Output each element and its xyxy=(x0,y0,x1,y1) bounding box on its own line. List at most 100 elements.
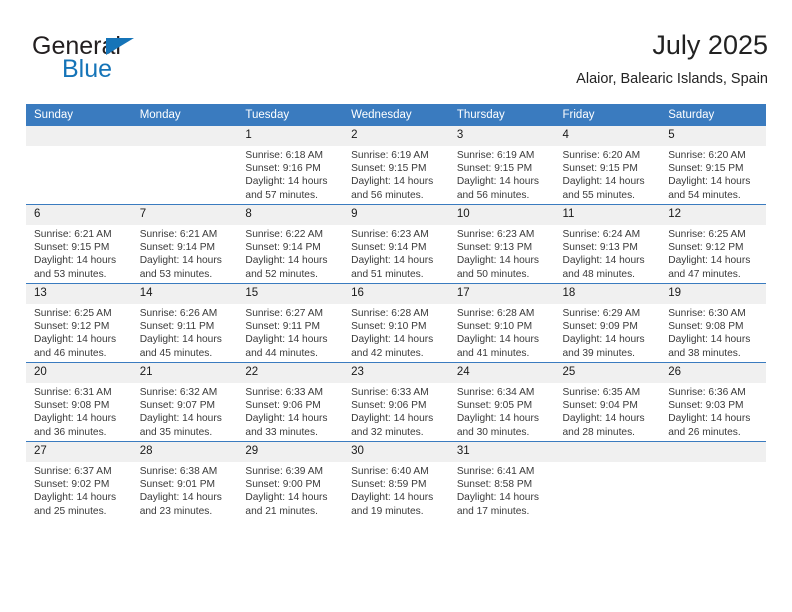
day-number xyxy=(660,442,766,462)
calendar-day-cell[interactable]: 4 Sunrise: 6:20 AM Sunset: 9:15 PM Daylight… xyxy=(554,126,661,205)
daylight-duration-line2: and 52 minutes. xyxy=(245,268,318,280)
daylight-duration-line2: and 28 minutes. xyxy=(562,426,636,438)
daylight-duration-line1: Daylight: 14 hours xyxy=(351,334,434,346)
calendar-day-cell[interactable]: 9 Sunrise: 6:23 AM Sunset: 9:14 PM Daylight… xyxy=(343,204,449,284)
daylight-duration-line1: Daylight: 14 hours xyxy=(139,255,222,267)
calendar-day-cell[interactable]: 30 Sunrise: 6:40 AM Sunset: 8:59 PM Dayligh… xyxy=(343,441,449,520)
sunrise-time: Sunrise: 6:25 AM xyxy=(668,229,746,240)
calendar-day-cell[interactable]: 27 Sunrise: 6:37 AM Sunset: 9:02 PM Dayligh… xyxy=(26,441,132,520)
day-details: Sunrise: 6:30 AM Sunset: 9:08 PM Daylight:… xyxy=(660,304,766,360)
calendar-day-cell-empty xyxy=(660,441,766,520)
calendar-day-cell[interactable]: 5 Sunrise: 6:20 AM Sunset: 9:15 PM Daylight… xyxy=(660,126,766,205)
sunset-time: Sunset: 9:02 PM xyxy=(34,479,110,491)
daylight-duration-line2: and 55 minutes. xyxy=(562,189,636,201)
daylight-duration-line2: and 33 minutes. xyxy=(245,426,318,438)
day-number: 24 xyxy=(448,363,555,383)
calendar-day-cell[interactable]: 20 Sunrise: 6:31 AM Sunset: 9:08 PM Dayligh… xyxy=(26,362,132,442)
day-number: 2 xyxy=(343,126,449,146)
day-number: 6 xyxy=(26,205,132,225)
daylight-duration-line1: Daylight: 14 hours xyxy=(668,413,751,425)
calendar-day-cell[interactable]: 7 Sunrise: 6:21 AM Sunset: 9:14 PM Daylight… xyxy=(131,204,238,284)
calendar-day-cell[interactable]: 14 Sunrise: 6:26 AM Sunset: 9:11 PM Dayligh… xyxy=(131,283,238,363)
calendar-week-row: 6 Sunrise: 6:21 AM Sunset: 9:15 PM Daylight… xyxy=(26,204,766,284)
sunset-time: Sunset: 8:59 PM xyxy=(351,479,427,491)
sunset-time: Sunset: 9:08 PM xyxy=(34,400,110,412)
calendar-day-cell[interactable]: 10 Sunrise: 6:23 AM Sunset: 9:13 PM Dayligh… xyxy=(448,204,555,284)
daylight-duration-line1: Daylight: 14 hours xyxy=(245,176,328,188)
calendar-day-cell[interactable]: 26 Sunrise: 6:36 AM Sunset: 9:03 PM Dayligh… xyxy=(660,362,766,442)
sunrise-time: Sunrise: 6:28 AM xyxy=(351,308,429,319)
day-number: 23 xyxy=(343,363,449,383)
daylight-duration-line2: and 35 minutes. xyxy=(139,426,213,438)
logo-triangle-icon xyxy=(106,38,134,55)
day-number: 7 xyxy=(131,205,238,225)
daylight-duration-line2: and 51 minutes. xyxy=(351,268,424,280)
sunrise-time: Sunrise: 6:35 AM xyxy=(562,387,641,398)
sunrise-time: Sunrise: 6:19 AM xyxy=(456,150,535,161)
calendar-day-cell[interactable]: 31 Sunrise: 6:41 AM Sunset: 8:58 PM Dayligh… xyxy=(448,441,555,520)
day-number: 31 xyxy=(448,442,555,462)
sunset-time: Sunset: 9:16 PM xyxy=(245,163,321,175)
calendar-day-cell[interactable]: 15 Sunrise: 6:27 AM Sunset: 9:11 PM Dayligh… xyxy=(237,283,344,363)
calendar-day-cell[interactable]: 1 Sunrise: 6:18 AM Sunset: 9:16 PM Daylight… xyxy=(237,126,344,205)
sunrise-time: Sunrise: 6:41 AM xyxy=(456,466,535,477)
day-details: Sunrise: 6:21 AM Sunset: 9:15 PM Daylight:… xyxy=(26,225,132,281)
daylight-duration-line1: Daylight: 14 hours xyxy=(456,334,539,346)
day-number: 1 xyxy=(237,126,344,146)
day-number: 27 xyxy=(26,442,132,462)
day-number: 16 xyxy=(343,284,449,304)
day-details: Sunrise: 6:20 AM Sunset: 9:15 PM Daylight:… xyxy=(660,146,766,202)
day-details: Sunrise: 6:23 AM Sunset: 9:14 PM Daylight:… xyxy=(343,225,449,281)
daylight-duration-line1: Daylight: 14 hours xyxy=(245,492,328,504)
calendar-day-cell[interactable]: 29 Sunrise: 6:39 AM Sunset: 9:00 PM Dayligh… xyxy=(237,441,344,520)
day-number: 10 xyxy=(448,205,555,225)
daylight-duration-line2: and 42 minutes. xyxy=(351,347,424,359)
day-details: Sunrise: 6:35 AM Sunset: 9:04 PM Daylight:… xyxy=(555,383,661,439)
calendar-day-cell[interactable]: 13 Sunrise: 6:25 AM Sunset: 9:12 PM Dayligh… xyxy=(26,283,132,363)
calendar-day-cell[interactable]: 3 Sunrise: 6:19 AM Sunset: 9:15 PM Daylight… xyxy=(448,126,555,205)
day-number: 11 xyxy=(554,205,661,225)
calendar-day-cell[interactable]: 18 Sunrise: 6:29 AM Sunset: 9:09 PM Dayligh… xyxy=(554,283,661,363)
sunrise-time: Sunrise: 6:23 AM xyxy=(351,229,429,240)
sunset-time: Sunset: 9:00 PM xyxy=(245,479,321,491)
day-details: Sunrise: 6:33 AM Sunset: 9:06 PM Daylight:… xyxy=(237,383,343,439)
calendar-day-cell[interactable]: 23 Sunrise: 6:33 AM Sunset: 9:06 PM Dayligh… xyxy=(343,362,449,442)
calendar-day-cell[interactable]: 24 Sunrise: 6:34 AM Sunset: 9:05 PM Dayligh… xyxy=(448,362,555,442)
sunset-time: Sunset: 9:01 PM xyxy=(139,479,216,491)
sunset-time: Sunset: 9:04 PM xyxy=(562,400,638,412)
day-number: 13 xyxy=(26,284,132,304)
calendar-day-cell[interactable]: 6 Sunrise: 6:21 AM Sunset: 9:15 PM Daylight… xyxy=(26,204,132,284)
day-details: Sunrise: 6:25 AM Sunset: 9:12 PM Daylight:… xyxy=(660,225,766,281)
day-number: 26 xyxy=(660,363,766,383)
calendar-day-cell[interactable]: 2 Sunrise: 6:19 AM Sunset: 9:15 PM Daylight… xyxy=(343,126,449,205)
calendar-day-cell-empty xyxy=(26,126,132,205)
day-number: 21 xyxy=(131,363,238,383)
calendar-day-cell-empty xyxy=(131,126,238,205)
sunset-time: Sunset: 9:12 PM xyxy=(34,321,110,333)
calendar-day-cell[interactable]: 19 Sunrise: 6:30 AM Sunset: 9:08 PM Dayligh… xyxy=(660,283,766,363)
day-details: Sunrise: 6:19 AM Sunset: 9:15 PM Daylight:… xyxy=(449,146,555,202)
calendar-day-cell[interactable]: 25 Sunrise: 6:35 AM Sunset: 9:04 PM Dayligh… xyxy=(554,362,661,442)
day-number xyxy=(26,126,132,146)
day-number: 29 xyxy=(237,442,344,462)
daylight-duration-line1: Daylight: 14 hours xyxy=(456,492,539,504)
sunrise-time: Sunrise: 6:28 AM xyxy=(456,308,535,319)
day-details: Sunrise: 6:39 AM Sunset: 9:00 PM Daylight:… xyxy=(237,462,343,518)
day-details: Sunrise: 6:33 AM Sunset: 9:06 PM Daylight:… xyxy=(343,383,449,439)
calendar-day-cell[interactable]: 16 Sunrise: 6:28 AM Sunset: 9:10 PM Dayligh… xyxy=(343,283,449,363)
sunrise-time: Sunrise: 6:39 AM xyxy=(245,466,323,477)
sunset-time: Sunset: 9:12 PM xyxy=(668,242,744,254)
sunrise-time: Sunrise: 6:21 AM xyxy=(34,229,112,240)
day-number: 19 xyxy=(660,284,766,304)
calendar-day-cell[interactable]: 11 Sunrise: 6:24 AM Sunset: 9:13 PM Dayligh… xyxy=(554,204,661,284)
calendar-day-cell[interactable]: 17 Sunrise: 6:28 AM Sunset: 9:10 PM Dayligh… xyxy=(448,283,555,363)
daylight-duration-line2: and 21 minutes. xyxy=(245,505,318,517)
daylight-duration-line2: and 39 minutes. xyxy=(562,347,636,359)
calendar-day-cell[interactable]: 12 Sunrise: 6:25 AM Sunset: 9:12 PM Dayligh… xyxy=(660,204,766,284)
calendar-day-cell[interactable]: 8 Sunrise: 6:22 AM Sunset: 9:14 PM Daylight… xyxy=(237,204,344,284)
calendar-day-cell[interactable]: 22 Sunrise: 6:33 AM Sunset: 9:06 PM Dayligh… xyxy=(237,362,344,442)
day-details: Sunrise: 6:37 AM Sunset: 9:02 PM Daylight:… xyxy=(26,462,132,518)
calendar-day-cell[interactable]: 21 Sunrise: 6:32 AM Sunset: 9:07 PM Dayligh… xyxy=(131,362,238,442)
sunrise-time: Sunrise: 6:27 AM xyxy=(245,308,323,319)
calendar-day-cell[interactable]: 28 Sunrise: 6:38 AM Sunset: 9:01 PM Dayligh… xyxy=(131,441,238,520)
